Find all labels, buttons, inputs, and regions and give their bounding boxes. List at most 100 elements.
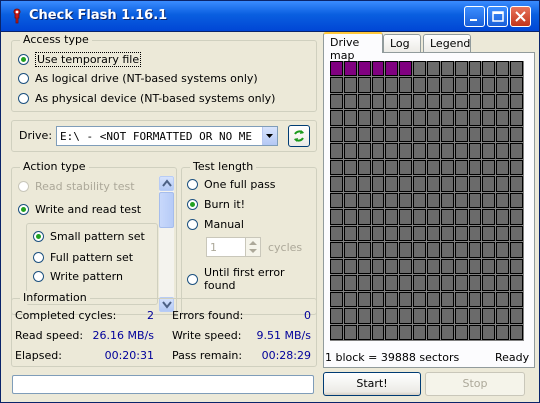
length-option-label: Manual — [204, 218, 244, 231]
access-temp-file-radio[interactable]: Use temporary file — [18, 52, 142, 67]
map-block — [440, 110, 454, 126]
drive-map-panel — [323, 52, 535, 368]
access-option-label: Use temporary file — [35, 52, 142, 67]
cycles-spin-buttons[interactable] — [245, 238, 260, 256]
map-block — [399, 192, 413, 209]
maximize-button[interactable] — [487, 6, 508, 27]
access-logical-drive-radio[interactable]: As logical drive (NT-based systems only) — [18, 72, 258, 85]
map-block — [385, 143, 399, 159]
stop-button[interactable]: Stop — [425, 372, 525, 396]
radio-dot — [18, 93, 29, 104]
map-block — [440, 209, 454, 225]
map-block — [343, 143, 357, 159]
map-block — [427, 176, 440, 192]
map-block — [413, 192, 426, 209]
map-block — [399, 93, 413, 110]
errors-found-row: Errors found: 0 — [172, 309, 311, 322]
map-block — [357, 61, 371, 77]
map-block — [371, 110, 385, 126]
map-block — [357, 159, 371, 176]
map-block — [357, 258, 371, 275]
tab-log[interactable]: Log — [383, 34, 421, 52]
drive-select[interactable]: E:\ - <NOT FORMATTED OR NO ME — [56, 126, 278, 146]
scroll-up-button[interactable] — [159, 176, 174, 191]
map-block — [454, 308, 468, 324]
read-stability-test-radio[interactable]: Read stability test — [18, 180, 135, 193]
radio-dot — [187, 219, 198, 230]
start-button[interactable]: Start! — [323, 372, 421, 396]
map-block — [371, 291, 385, 308]
test-length-label: Test length — [190, 160, 257, 173]
small-pattern-set-radio[interactable]: Small pattern set — [33, 230, 145, 243]
cycles-value: 1 — [210, 241, 217, 254]
one-full-pass-radio[interactable]: One full pass — [187, 178, 276, 191]
access-physical-device-radio[interactable]: As physical device (NT-based systems onl… — [18, 92, 275, 105]
pass-remain-value: 00:28:29 — [261, 349, 311, 362]
tab-legend[interactable]: Legend — [423, 34, 471, 52]
manual-radio[interactable]: Manual — [187, 218, 244, 231]
map-block — [413, 324, 426, 340]
map-block — [385, 258, 399, 275]
write-read-test-radio[interactable]: Write and read test — [18, 203, 141, 216]
tab-drive-map[interactable]: Drive map — [323, 32, 383, 62]
radio-dot — [187, 179, 198, 190]
radio-dot — [18, 204, 29, 215]
burn-it-radio[interactable]: Burn it! — [187, 198, 245, 211]
block-info-text: 1 block = 39888 sectors — [325, 351, 460, 364]
map-block — [330, 291, 343, 308]
refresh-icon — [294, 130, 304, 142]
read-speed-row: Read speed: 26.16 MB/s — [15, 329, 154, 342]
refresh-drives-button[interactable] — [288, 125, 310, 147]
title-bar[interactable]: Check Flash 1.16.1 — [1, 1, 539, 32]
write-pattern-radio[interactable]: Write pattern — [33, 270, 123, 283]
cycles-spinbox[interactable]: 1 — [206, 237, 261, 257]
stop-button-label: Stop — [462, 377, 488, 390]
progress-bar — [12, 375, 314, 394]
map-block — [399, 176, 413, 192]
map-block — [343, 324, 357, 340]
map-block — [482, 110, 496, 126]
until-first-error-radio[interactable]: Until first error found — [187, 266, 316, 292]
minimize-button[interactable] — [464, 6, 485, 27]
map-block — [385, 225, 399, 242]
map-block — [385, 324, 399, 340]
map-block — [343, 258, 357, 275]
map-block — [427, 61, 440, 77]
map-block — [330, 61, 343, 77]
map-block — [385, 61, 399, 77]
status-text: Ready — [495, 351, 530, 364]
maximize-icon — [492, 11, 504, 22]
pattern-option-label: Full pattern set — [50, 251, 134, 264]
map-block — [510, 209, 523, 225]
map-block — [385, 110, 399, 126]
map-block — [468, 275, 482, 291]
window-title: Check Flash 1.16.1 — [29, 8, 168, 23]
errors-found-label: Errors found: — [172, 309, 244, 322]
map-block — [357, 225, 371, 242]
action-option-label: Write and read test — [35, 203, 142, 216]
map-block — [413, 126, 426, 143]
scroll-thumb[interactable] — [159, 192, 174, 228]
map-block — [413, 77, 426, 93]
close-button[interactable] — [510, 6, 531, 27]
map-block — [468, 176, 482, 192]
map-block — [371, 209, 385, 225]
full-pattern-set-radio[interactable]: Full pattern set — [33, 251, 133, 264]
map-block — [496, 275, 510, 291]
map-block — [482, 176, 496, 192]
drive-dropdown-button[interactable] — [262, 127, 277, 145]
map-block — [454, 77, 468, 93]
map-block — [482, 192, 496, 209]
length-option-label: Until first error found — [204, 266, 285, 292]
map-block — [496, 159, 510, 176]
elapsed-row: Elapsed: 00:20:31 — [15, 349, 154, 362]
map-block — [343, 93, 357, 110]
map-block — [482, 291, 496, 308]
action-scrollbar[interactable] — [158, 176, 174, 312]
map-block — [482, 77, 496, 93]
map-block — [357, 291, 371, 308]
map-block — [454, 110, 468, 126]
map-block — [413, 209, 426, 225]
map-block — [496, 143, 510, 159]
radio-dot — [33, 252, 44, 263]
